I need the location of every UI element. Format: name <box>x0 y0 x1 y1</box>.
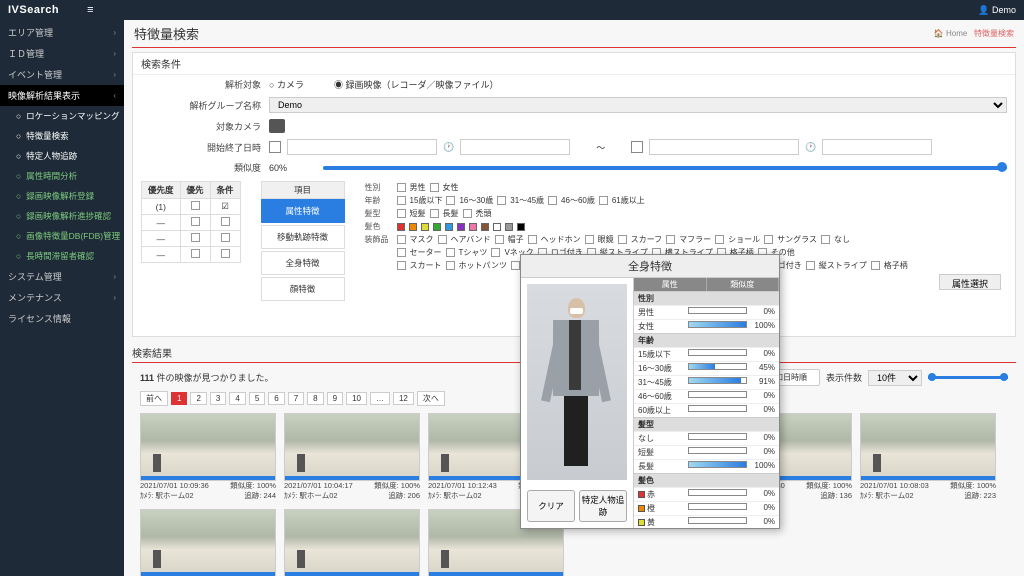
item-column: 項目 属性特徴移動軌跡特徴全身特徴顔特徴 <box>261 181 345 303</box>
sidebar: エリア管理›ＩＤ管理›イベント管理›映像解析結果表示‹○ ロケーションマッピング… <box>0 20 124 576</box>
page-num[interactable]: 10 <box>346 392 367 405</box>
page-num[interactable]: 3 <box>210 392 226 405</box>
page-num[interactable]: 12 <box>393 392 414 405</box>
label-datetime: 開始終了日時 <box>141 141 261 154</box>
camera-icon[interactable] <box>269 119 285 133</box>
item-btn[interactable]: 全身特徴 <box>261 251 345 275</box>
page-title: 特徴量検索 <box>134 24 199 43</box>
brand: IVSearch <box>8 4 59 16</box>
sidebar-item[interactable]: エリア管理› <box>0 22 124 43</box>
result-slider[interactable] <box>928 376 1008 379</box>
checkbox[interactable] <box>191 201 200 210</box>
page-num[interactable]: … <box>370 392 390 405</box>
fullbody-modal: 全身特徴 クリア 特定人物追跡 <box>520 254 780 529</box>
topbar: IVSearch ≡ 👤 Demo <box>0 0 1024 20</box>
sidebar-item[interactable]: イベント管理› <box>0 64 124 85</box>
calendar-icon[interactable] <box>269 141 281 153</box>
user-label[interactable]: 👤 Demo <box>978 5 1016 16</box>
sidebar-item[interactable]: ○ 録画映像解析進捗確認 <box>0 206 124 226</box>
page-num[interactable]: 7 <box>288 392 304 405</box>
label-target: 解析対象 <box>141 78 261 91</box>
input-start-date[interactable] <box>287 139 437 155</box>
attribute-table[interactable]: 属性類似度 性別男性0%女性100%年齢15歳以下0%16～30歳45%31～4… <box>633 278 779 528</box>
modal-title: 全身特徴 <box>521 255 779 278</box>
calendar-icon[interactable] <box>631 141 643 153</box>
sidebar-item[interactable]: ○ 録画映像解析登録 <box>0 186 124 206</box>
item-btn[interactable]: 顔特徴 <box>261 277 345 301</box>
clear-button[interactable]: クリア <box>527 490 575 522</box>
results-count: 111 件の映像が見つかりました。 <box>140 371 274 384</box>
item-btn[interactable]: 属性特徴 <box>261 199 345 223</box>
condition-table: 優先度優先条件 (1)☑ — — — <box>141 181 241 263</box>
sidebar-item[interactable]: 映像解析結果表示‹ <box>0 85 124 106</box>
input-start-time[interactable] <box>460 139 570 155</box>
page-num[interactable]: 2 <box>190 392 206 405</box>
crop-preview <box>521 278 633 486</box>
page-num[interactable]: 8 <box>307 392 323 405</box>
sidebar-item[interactable]: ライセンス情報 <box>0 308 124 329</box>
similarity-value: 60% <box>269 163 317 173</box>
label-camera: 対象カメラ <box>141 120 261 133</box>
sidebar-item[interactable]: ＩＤ管理› <box>0 43 124 64</box>
result-card[interactable]: 2021/07/01 10:09:15類似度: 100%ｶﾒﾗ: 駅ホーム02追… <box>140 509 276 576</box>
sidebar-item[interactable]: システム管理› <box>0 266 124 287</box>
select-group[interactable]: Demo <box>269 97 1007 113</box>
breadcrumb: 🏠 Home 特徴量検索 <box>934 28 1014 39</box>
section-title: 検索条件 <box>133 53 1015 75</box>
result-card[interactable]: 2021/07/01 10:11:29類似度: 100%ｶﾒﾗ: 駅ホーム02追… <box>284 509 420 576</box>
hamburger-icon[interactable]: ≡ <box>87 4 93 16</box>
sidebar-item[interactable]: ○ 特定人物追跡 <box>0 146 124 166</box>
item-btn[interactable]: 移動軌跡特徴 <box>261 225 345 249</box>
page-num[interactable]: 6 <box>268 392 284 405</box>
similarity-slider[interactable] <box>323 166 1007 170</box>
attr-select-button[interactable]: 属性選択 <box>939 274 1001 290</box>
sidebar-item[interactable]: ○ 特徴量検索 <box>0 126 124 146</box>
label-similarity: 類似度 <box>141 161 261 174</box>
page-num[interactable]: 5 <box>249 392 265 405</box>
input-end-date[interactable] <box>649 139 799 155</box>
result-card[interactable]: 2021/07/01 10:09:36類似度: 100%ｶﾒﾗ: 駅ホーム02追… <box>140 413 276 501</box>
sidebar-item[interactable]: ○ 画像特徴量DB(FDB)管理 <box>0 226 124 246</box>
input-end-time[interactable] <box>822 139 932 155</box>
page-num[interactable]: 9 <box>327 392 343 405</box>
main: 特徴量検索 🏠 Home 特徴量検索 検索条件 解析対象 ○ カメラ ◉ 録画映… <box>124 20 1024 576</box>
radio-camera[interactable]: ○ カメラ <box>269 78 304 91</box>
page-num[interactable]: 1 <box>171 392 187 405</box>
page-num[interactable]: 4 <box>229 392 245 405</box>
radio-recorded[interactable]: ◉ 録画映像（レコーダ／映像ファイル） <box>334 78 499 91</box>
label-group: 解析グループ名称 <box>141 99 261 112</box>
sidebar-item[interactable]: ○ 長時間滞留者確認 <box>0 246 124 266</box>
select-limit[interactable]: 10件 <box>868 370 922 386</box>
result-card[interactable]: 2021/07/01 10:04:17類似度: 100%ｶﾒﾗ: 駅ホーム02追… <box>284 413 420 501</box>
register-button[interactable]: 特定人物追跡 <box>579 490 627 522</box>
result-card[interactable]: 2021/07/01 10:08:03類似度: 100%ｶﾒﾗ: 駅ホーム02追… <box>860 413 996 501</box>
sidebar-item[interactable]: ○ 属性時間分析 <box>0 166 124 186</box>
sidebar-item[interactable]: メンテナンス› <box>0 287 124 308</box>
sidebar-item[interactable]: ○ ロケーションマッピング <box>0 106 124 126</box>
